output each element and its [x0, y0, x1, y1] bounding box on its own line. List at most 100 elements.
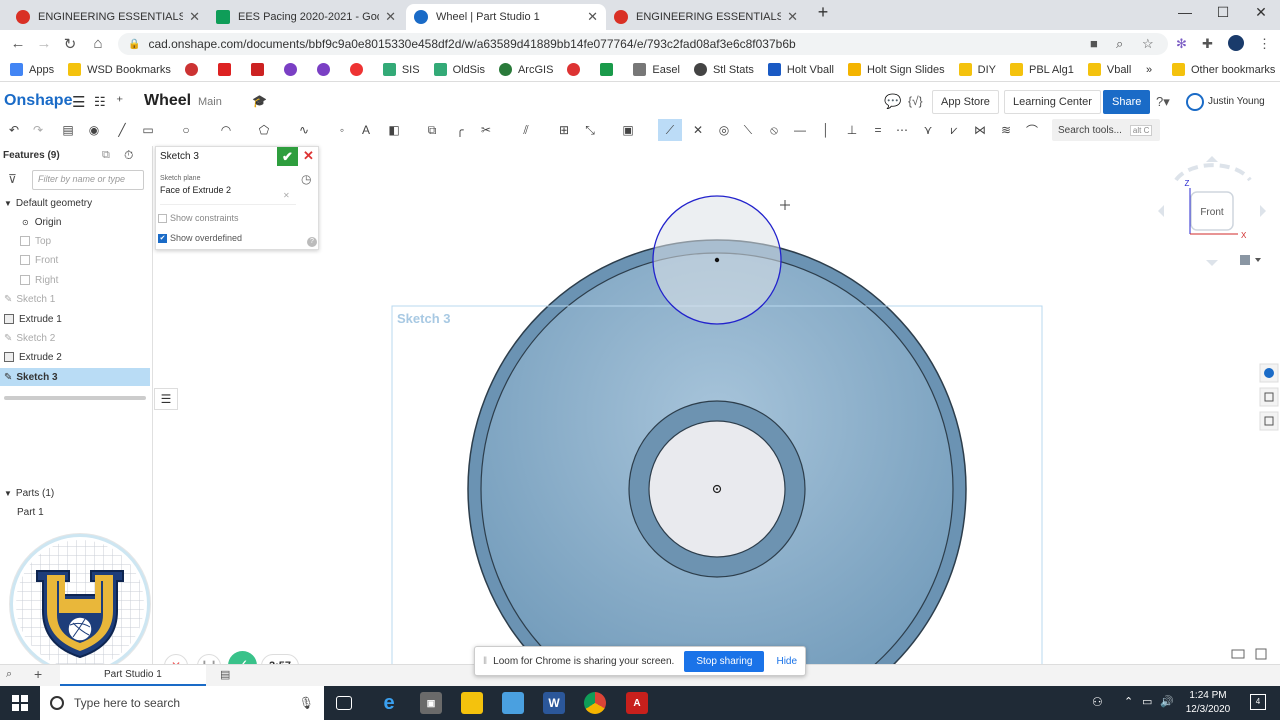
undo-icon[interactable]: ↶ — [6, 122, 22, 138]
accept-check-icon[interactable]: ✔ — [277, 147, 298, 166]
browser-tab[interactable]: EES Pacing 2020-2021 - Google ✕ — [208, 4, 404, 30]
sketch-circle[interactable] — [652, 195, 782, 325]
feature-sketch-2[interactable]: ✎ Sketch 2 — [0, 329, 150, 347]
bookmark-icon-2[interactable] — [217, 63, 237, 76]
bookmark-icon-5[interactable] — [316, 63, 336, 76]
close-icon[interactable]: ✕ — [787, 9, 798, 25]
grid-icon[interactable] — [1255, 648, 1267, 660]
microphone-icon[interactable]: 🎙 — [299, 696, 314, 710]
hamburger-icon[interactable]: ☰ — [72, 93, 85, 111]
curvature-icon[interactable]: ⌒ — [1024, 122, 1040, 138]
show-constraints-row[interactable]: Show constraints — [158, 213, 239, 223]
equal-icon[interactable]: = — [870, 122, 886, 138]
user-name[interactable]: Justin Young — [1208, 96, 1265, 107]
sketch-plane-field[interactable]: Sketch plane Face of Extrude 2 — [160, 175, 296, 205]
redo-icon[interactable]: ↷ — [30, 122, 46, 138]
insert-icon[interactable]: ⁺ — [116, 93, 123, 110]
feature-sketch-3-selected[interactable]: ✎ Sketch 3 — [0, 368, 150, 386]
app-icon[interactable]: ▣ — [420, 692, 442, 714]
polygon-icon[interactable]: ⬠ — [256, 122, 272, 138]
hide-button[interactable]: Hide — [776, 656, 797, 667]
assembly-tab-icon[interactable]: ▤ — [220, 668, 230, 681]
show-overdefined-row[interactable]: ✔ Show overdefined — [158, 233, 242, 243]
rotate-right-icon[interactable] — [1260, 205, 1266, 217]
chevron-down-icon[interactable]: ▼ — [4, 199, 12, 208]
windows-start-icon[interactable] — [12, 695, 28, 711]
back-icon[interactable]: ← — [8, 35, 28, 52]
task-view-icon[interactable] — [336, 696, 352, 710]
feature-list-icon[interactable]: ☷ — [94, 94, 106, 110]
browser-tab[interactable]: ENGINEERING ESSENTIALS-PP5- ✕ — [606, 4, 806, 30]
reload-icon[interactable]: ↻ — [60, 35, 80, 53]
tab-part-studio[interactable]: Part Studio 1 — [60, 665, 206, 686]
show-overdefined-checkbox[interactable]: ✔ — [158, 233, 167, 243]
graduation-cap-icon[interactable]: 🎓 — [252, 94, 267, 108]
bookmark-icon-4[interactable] — [283, 63, 303, 76]
taskbar-clock[interactable]: 1:24 PM 12/3/2020 — [1180, 689, 1236, 717]
menu-dots-icon[interactable]: ⋮ — [1258, 36, 1271, 52]
offset-icon[interactable]: ⫽ — [518, 122, 534, 138]
file-explorer-icon[interactable] — [461, 692, 483, 714]
chevron-down-icon[interactable]: ▼ — [4, 489, 12, 498]
dxf-icon[interactable]: ▣ — [620, 122, 636, 138]
comment-icon[interactable]: 💬 — [884, 93, 901, 110]
text-icon[interactable]: A — [358, 122, 374, 138]
pattern-icon[interactable]: ⊞ — [556, 122, 572, 138]
symmetric-icon[interactable]: ⋈ — [972, 122, 988, 138]
bookmark-pblalg1[interactable]: PBL Alg1 — [1010, 63, 1074, 76]
bookmark-sis[interactable]: SIS — [382, 63, 420, 76]
window-close-button[interactable]: ✕ — [1246, 4, 1276, 21]
browser-tab-active[interactable]: Wheel | Part Studio 1 ✕ — [406, 4, 606, 30]
fix-icon[interactable]: ≋ — [998, 122, 1014, 138]
stop-sharing-button[interactable]: Stop sharing — [684, 650, 765, 672]
bookmark-arcgis[interactable]: ArcGIS — [498, 63, 553, 76]
extrude-icon[interactable]: ◉ — [86, 122, 102, 138]
app-store-button[interactable]: App Store — [932, 90, 999, 114]
rotate-left-icon[interactable] — [1158, 205, 1164, 217]
view-options-icon[interactable] — [1240, 255, 1261, 265]
url-field[interactable]: 🔒 cad.onshape.com/documents/bbf9c9a0e801… — [118, 33, 1168, 55]
feature-extrude-1[interactable]: Extrude 1 — [0, 310, 150, 328]
taskbar-search[interactable]: Type here to search 🎙 — [40, 686, 324, 720]
feature-sketch-1[interactable]: ✎ Sketch 1 — [0, 290, 150, 308]
zoom-icon[interactable]: ⌕ — [1116, 36, 1123, 52]
bookmarks-overflow[interactable]: » — [1146, 64, 1152, 76]
coincident-icon[interactable]: ✕ — [690, 122, 706, 138]
timer-icon[interactable]: ⏱ — [124, 148, 133, 163]
sketch-circle-center[interactable] — [714, 257, 720, 263]
tab-search-icon[interactable]: ⌕ — [6, 668, 12, 681]
default-geometry-row[interactable]: ▼ Default geometry — [0, 194, 150, 212]
profile-avatar[interactable] — [1228, 35, 1244, 51]
feature-top[interactable]: Top — [0, 232, 150, 250]
puzzle-icon[interactable]: ✚ — [1202, 36, 1213, 52]
concentric-icon[interactable]: ◎ — [716, 122, 732, 138]
normal-icon[interactable]: ⋎ — [920, 122, 936, 138]
drag-handle-icon[interactable]: ‖ — [483, 656, 487, 667]
bookmark-easel[interactable]: Easel — [633, 63, 680, 76]
help-icon[interactable]: ? — [307, 237, 317, 247]
line-icon[interactable]: ╱ — [114, 122, 130, 138]
graphics-viewport[interactable]: Sketch 3 Front Z X — [154, 146, 1280, 664]
construction-icon[interactable]: ⟋ — [658, 119, 682, 141]
bookmark-stlstats[interactable]: Stl Stats — [693, 63, 754, 76]
bookmark-diy[interactable]: DIY — [958, 63, 996, 76]
search-tools[interactable]: Search tools... alt C — [1052, 119, 1160, 141]
share-button[interactable]: Share — [1103, 90, 1151, 114]
minimize-button[interactable]: — — [1170, 4, 1200, 20]
parallel-icon[interactable]: ⟍ — [740, 122, 756, 138]
word-icon[interactable]: W — [543, 692, 565, 714]
close-icon[interactable]: ✕ — [189, 9, 200, 25]
bookmark-icon-8[interactable] — [600, 63, 619, 76]
bookmark-holtsign[interactable]: Holt Sign Slides — [848, 63, 945, 76]
maximize-button[interactable]: ☐ — [1208, 4, 1238, 21]
filter-icon[interactable]: ⊽ — [8, 172, 17, 186]
workspace-name[interactable]: Main — [198, 96, 222, 108]
parts-header[interactable]: ▼ Parts (1) — [0, 484, 150, 502]
notification-icon[interactable]: 4 — [1250, 694, 1266, 710]
bookmark-icon-6[interactable] — [349, 63, 369, 76]
rotate-down-icon[interactable] — [1206, 260, 1218, 266]
tangent-icon[interactable]: ⦸ — [766, 122, 782, 138]
bookmark-wsd[interactable]: WSD Bookmarks — [68, 63, 171, 76]
model-canvas[interactable]: Sketch 3 Front Z X — [154, 146, 1280, 664]
camera-icon[interactable]: ■ — [1090, 36, 1098, 51]
